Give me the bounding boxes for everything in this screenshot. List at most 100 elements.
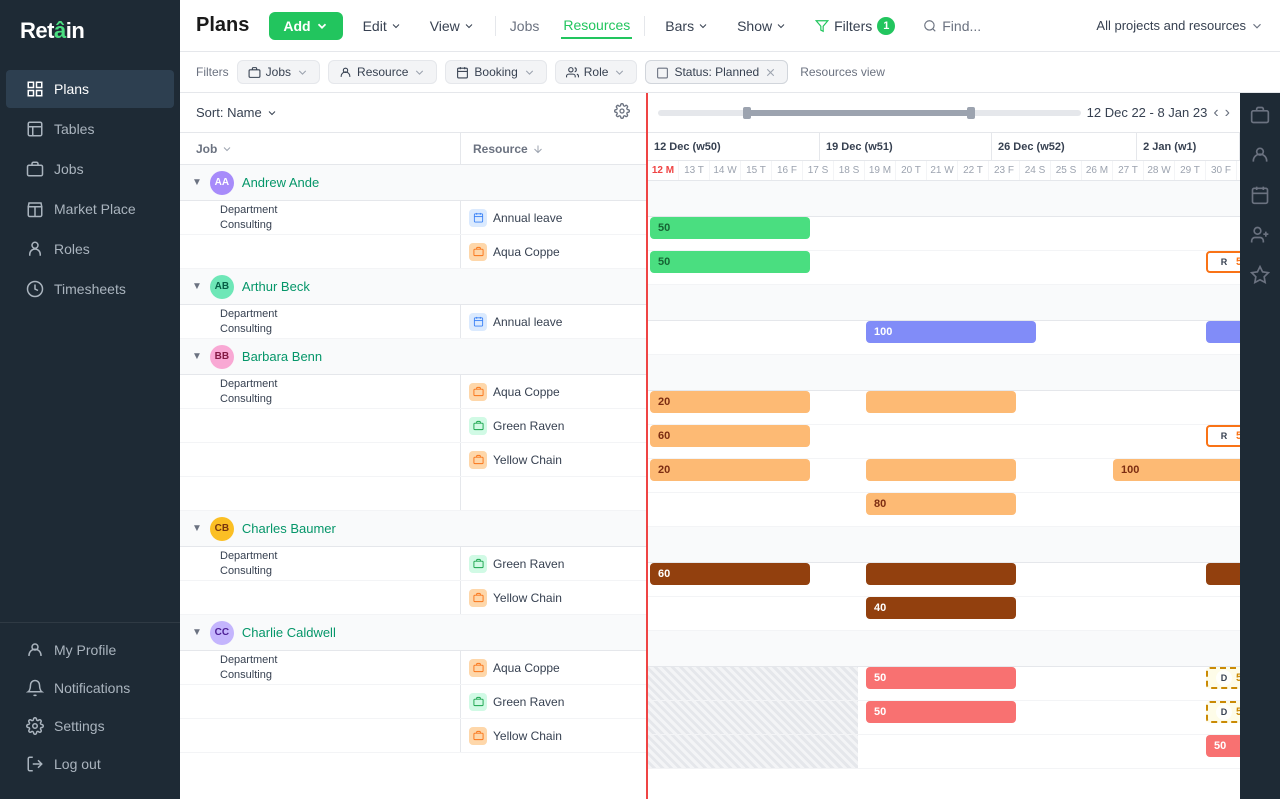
projects-dropdown[interactable]: All projects and resources	[1096, 18, 1264, 33]
dept-label-arthur-1: DepartmentConsulting	[220, 307, 277, 336]
resource-icon-annual-leave-arthur	[469, 313, 487, 331]
right-panel-calendar-icon[interactable]	[1250, 185, 1270, 205]
edit-button[interactable]: Edit	[355, 14, 410, 38]
gantt-left-panel: Sort: Name Job Resource	[180, 93, 648, 799]
gantt-bar-charles-green-3[interactable]	[1206, 563, 1240, 585]
gantt-bar-arthur-annual-2[interactable]	[1206, 321, 1240, 343]
resource-icon-aqua-coppe-barbara	[469, 383, 487, 401]
gantt-bar-charlie-yellow-1[interactable]: 50	[1206, 735, 1240, 757]
person-row-charles: ▼ CB Charles Baumer DepartmentConsulting…	[180, 511, 646, 615]
show-button[interactable]: Show	[729, 14, 795, 38]
date-next-button[interactable]: ›	[1225, 104, 1230, 122]
day-19m: 19 M	[865, 161, 896, 180]
gantt-bar-barbara-aqua-1[interactable]: 20	[650, 391, 810, 413]
sidebar-item-roles[interactable]: Roles	[6, 230, 174, 268]
gantt-bar-andrew-aqua-2[interactable]: R 50	[1206, 251, 1240, 273]
day-25s: 25 S	[1051, 161, 1082, 180]
job-row-andrew-2: Aqua Coppe	[180, 235, 646, 269]
bars-button[interactable]: Bars	[657, 14, 717, 38]
right-panel-briefcase-icon[interactable]	[1250, 105, 1270, 125]
gantt-bar-charlie-aqua-2[interactable]: D 50	[1206, 667, 1240, 689]
resource-label-arthur-1: Annual leave	[493, 315, 562, 329]
right-panel-star-icon[interactable]	[1250, 265, 1270, 285]
gantt-bar-andrew-annual-leave[interactable]: 50	[650, 217, 810, 239]
gantt-bar-barbara-yellow-2[interactable]	[866, 459, 1016, 481]
find-button[interactable]: Find...	[915, 14, 989, 38]
resource-label-charlie-1: Aqua Coppe	[493, 661, 560, 675]
job-column-header: Job	[180, 133, 460, 164]
day-12m: 12 M	[648, 161, 679, 180]
add-button[interactable]: Add	[269, 12, 342, 40]
date-prev-button[interactable]: ‹	[1213, 104, 1218, 122]
sidebar-item-tables[interactable]: Tables	[6, 110, 174, 148]
tab-resources[interactable]: Resources	[561, 13, 632, 39]
gantt-bar-barbara-4[interactable]: 80	[866, 493, 1016, 515]
expand-icon-barbara[interactable]: ▼	[192, 351, 202, 362]
resource-icon-aqua-coppe-charlie	[469, 659, 487, 677]
expand-icon-charles[interactable]: ▼	[192, 523, 202, 534]
expand-icon-charlie[interactable]: ▼	[192, 627, 202, 638]
job-row-charles-1: DepartmentConsulting Green Raven	[180, 547, 646, 581]
filter-chip-booking[interactable]: Booking	[445, 60, 546, 84]
gantt-bar-andrew-aqua-1[interactable]: 50	[650, 251, 810, 273]
day-23f: 23 F	[989, 161, 1020, 180]
gantt-bar-barbara-green-1[interactable]: 60	[650, 425, 810, 447]
sidebar-item-marketplace[interactable]: Market Place	[6, 190, 174, 228]
gantt-bar-charlie-green-1[interactable]: 50	[866, 701, 1016, 723]
filter-chip-resource[interactable]: Resource	[328, 60, 437, 84]
view-button[interactable]: View	[422, 14, 483, 38]
resource-label-charles-1: Green Raven	[493, 557, 564, 571]
day-24s: 24 S	[1020, 161, 1051, 180]
right-panel-person-icon[interactable]	[1250, 145, 1270, 165]
tab-jobs[interactable]: Jobs	[508, 14, 542, 38]
gantt-bar-barbara-yellow-3[interactable]: 100	[1113, 459, 1240, 481]
status-filter-close[interactable]	[764, 66, 777, 79]
person-name-charles: Charles Baumer	[242, 521, 336, 536]
sidebar-item-jobs[interactable]: Jobs	[6, 150, 174, 188]
sidebar-item-timesheets[interactable]: Timesheets	[6, 270, 174, 308]
gantt-bar-barbara-aqua-2[interactable]	[866, 391, 1016, 413]
sidebar-item-notifications[interactable]: Notifications	[6, 669, 174, 707]
gantt-bar-charles-yellow-1[interactable]: 40	[866, 597, 1016, 619]
gantt-bar-charlie-green-2[interactable]: D 50	[1206, 701, 1240, 723]
resource-icon-yellow-chain-barbara	[469, 451, 487, 469]
filter-count-badge: 1	[877, 17, 895, 35]
resource-label-barbara-2: Green Raven	[493, 419, 564, 433]
filter-chip-status[interactable]: Status: Planned	[645, 60, 788, 84]
avatar-charlie: CC	[210, 621, 234, 645]
avatar-arthur: AB	[210, 275, 234, 299]
gantt-bar-row-barbara-4: 80	[648, 493, 1240, 527]
filter-chip-jobs[interactable]: Jobs	[237, 60, 320, 84]
resource-icon-green-raven-charles	[469, 555, 487, 573]
gantt-bar-row-charles-2: 40	[648, 597, 1240, 631]
resource-label-barbara-1: Aqua Coppe	[493, 385, 560, 399]
gantt-bar-charlie-aqua-1[interactable]: 50	[866, 667, 1016, 689]
gantt-person-bg-arthur	[648, 285, 1240, 321]
sidebar-item-logout[interactable]: Log out	[6, 745, 174, 783]
avatar-charles: CB	[210, 517, 234, 541]
gantt-bar-barbara-yellow-1[interactable]: 20	[650, 459, 810, 481]
filters-button[interactable]: Filters 1	[807, 13, 903, 39]
resource-icon-annual-leave	[469, 209, 487, 227]
gantt-bar-row-andrew-2: 50 R 50 100	[648, 251, 1240, 285]
sidebar-bottom: My Profile Notifications Settings Log ou…	[0, 622, 180, 799]
gantt-bar-charles-green-2[interactable]	[866, 563, 1016, 585]
sidebar-item-plans[interactable]: Plans	[6, 70, 174, 108]
sort-button[interactable]: Sort: Name	[196, 105, 278, 120]
sidebar-item-myprofile[interactable]: My Profile	[6, 631, 174, 669]
gantt-bar-charles-green-1[interactable]: 60	[650, 563, 810, 585]
right-panel-person-add-icon[interactable]	[1250, 225, 1270, 245]
gantt-bar-arthur-annual-1[interactable]: 100	[866, 321, 1036, 343]
sort-resource-icon[interactable]	[532, 143, 544, 155]
day-15t: 15 T	[741, 161, 772, 180]
gantt-bar-row-andrew-1: 50 100	[648, 217, 1240, 251]
gear-settings-button[interactable]	[614, 103, 630, 122]
person-row-barbara: ▼ BB Barbara Benn DepartmentConsulting A…	[180, 339, 646, 511]
date-range-right-handle[interactable]	[967, 107, 975, 119]
filter-chip-role[interactable]: Role	[555, 60, 638, 84]
expand-icon-arthur[interactable]: ▼	[192, 281, 202, 292]
expand-icon-andrew[interactable]: ▼	[192, 177, 202, 188]
day-18s: 18 S	[834, 161, 865, 180]
sidebar-item-settings[interactable]: Settings	[6, 707, 174, 745]
gantt-bar-barbara-green-2[interactable]: R 50	[1206, 425, 1240, 447]
